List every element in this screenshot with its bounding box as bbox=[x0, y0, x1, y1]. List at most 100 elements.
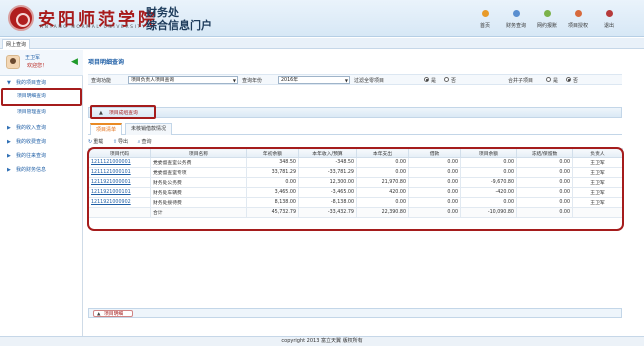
cell: 22,390.80 bbox=[356, 207, 409, 218]
project-code-link[interactable]: 1211921000001 bbox=[88, 177, 151, 188]
cell: 0.00 bbox=[516, 187, 573, 198]
cell bbox=[572, 207, 623, 218]
zero-filter-no-radio[interactable] bbox=[444, 77, 449, 82]
tab-project-list[interactable]: 项目清单 bbox=[90, 123, 123, 135]
sidebar-item-fees[interactable]: ▶ 我的收费查询 bbox=[5, 136, 83, 148]
school-name-en: ANYANG NORMAL UNIVERSITY bbox=[40, 25, 147, 30]
zero-filter-label: 过滤全零项目 bbox=[354, 78, 385, 84]
nav-project-auth[interactable]: 项目授权 bbox=[563, 8, 593, 29]
cell: -10,090.80 bbox=[460, 207, 517, 218]
project-auth-icon bbox=[574, 10, 582, 17]
nav-online-reimburse[interactable]: 网约报账 bbox=[532, 8, 562, 29]
filter-bar: 查询功能 项目负责人项目查询 ▼ 查询年份 2016年 ▼ 过滤全零项目 是 否 合… bbox=[88, 74, 622, 85]
col-balance[interactable]: 项目余额 bbox=[460, 148, 517, 158]
col-code[interactable]: 项目代码 bbox=[88, 148, 151, 158]
cell: 0.00 bbox=[408, 197, 461, 208]
sidebar-item-project-manage[interactable]: 项目管理查询 bbox=[5, 107, 83, 119]
cell: 王卫军 bbox=[572, 167, 623, 178]
project-code-link[interactable]: 1211121000101 bbox=[88, 167, 151, 178]
table-row: 1211921000001 财务处公务费 0.00 12,300.00 21,9… bbox=[88, 177, 623, 188]
cell: 0.00 bbox=[516, 167, 573, 178]
sidebar-item-income[interactable]: ▶ 我的收入查询 bbox=[5, 122, 83, 134]
reload-button[interactable]: ↻重载 bbox=[88, 139, 107, 145]
welcome-text: 欢迎您！ bbox=[27, 63, 48, 69]
nav-finance-query[interactable]: 财务查询 bbox=[501, 8, 531, 29]
project-detail-toggle[interactable]: ▲ 项目明细 bbox=[93, 310, 133, 317]
tab-unsettled-loans[interactable]: 未核销借款情况 bbox=[125, 123, 173, 135]
cell: 0.00 bbox=[516, 197, 573, 208]
cell: 21,970.80 bbox=[356, 177, 409, 188]
project-code-link[interactable]: 1211921000101 bbox=[88, 187, 151, 198]
nav-logout[interactable]: 退出 bbox=[594, 8, 624, 29]
collapse-sidebar-icon[interactable]: ◀ bbox=[71, 58, 78, 67]
col-owner[interactable]: 负责人 bbox=[572, 148, 623, 158]
cell: 3,465.00 bbox=[246, 187, 299, 198]
col-frozen[interactable]: 冻结/保留数 bbox=[516, 148, 573, 158]
cell: 0.00 bbox=[408, 207, 461, 218]
sidebar-item-finance-info[interactable]: ▶ 我的财务信息 bbox=[5, 164, 83, 176]
cell: 0.00 bbox=[516, 207, 573, 218]
cell: -33,781.29 bbox=[298, 167, 357, 178]
zero-filter-no-label: 否 bbox=[451, 78, 457, 84]
zero-filter-yes-label: 是 bbox=[431, 78, 437, 84]
portal-title-line2: 综合信息门户 bbox=[146, 19, 212, 32]
cell: 党委督查室公务费 bbox=[150, 157, 247, 168]
cell: 王卫军 bbox=[572, 187, 623, 198]
sidebar-item-current-accounts[interactable]: ▶ 我的往来查询 bbox=[5, 150, 83, 162]
cell: 0.00 bbox=[408, 167, 461, 178]
cell: -9,670.80 bbox=[460, 177, 517, 188]
year-select[interactable]: 2016年 ▼ bbox=[278, 76, 350, 84]
cell: 财务处公务费 bbox=[150, 177, 247, 188]
cell: -348.50 bbox=[298, 157, 357, 168]
highlight-box-group-query bbox=[90, 105, 156, 119]
table-total-row: 合计 45,732.79 -33,432.79 22,390.80 0.00 -… bbox=[88, 207, 623, 218]
user-name: 王卫军 bbox=[25, 55, 41, 61]
user-panel: 王卫军 欢迎您！ ◀ bbox=[0, 50, 83, 76]
func-label: 查询功能 bbox=[91, 78, 112, 84]
cell: 王卫军 bbox=[572, 197, 623, 208]
func-select[interactable]: 项目负责人项目查询 ▼ bbox=[128, 76, 238, 84]
grid-toolbar: ↻重载 ⇪导出 ⌕查询 bbox=[88, 138, 159, 147]
cell: 12,300.00 bbox=[298, 177, 357, 188]
col-opening[interactable]: 年初余额 bbox=[246, 148, 299, 158]
col-income[interactable]: 本年收入/预算 bbox=[298, 148, 357, 158]
merge-no-label: 否 bbox=[573, 78, 579, 84]
footer: copyright 2013 富立天翼 版权所有 bbox=[0, 336, 644, 346]
col-loan[interactable]: 借款 bbox=[408, 148, 461, 158]
cell: 0.00 bbox=[516, 177, 573, 188]
header: 安阳师范学院 ANYANG NORMAL UNIVERSITY 财务处 综合信息… bbox=[0, 0, 644, 37]
table-row: 1211921000902 财务处接待费 8,138.00 -8,138.00 … bbox=[88, 197, 623, 208]
main-panel: 项目明细查询 查询功能 项目负责人项目查询 ▼ 查询年份 2016年 ▼ 过滤全零项… bbox=[84, 50, 628, 336]
nav-home[interactable]: 首页 bbox=[470, 8, 500, 29]
cell: 0.00 bbox=[460, 157, 517, 168]
cell: 0.00 bbox=[408, 157, 461, 168]
avatar bbox=[6, 55, 20, 69]
merge-no-radio[interactable] bbox=[566, 77, 571, 82]
cell: 0.00 bbox=[246, 177, 299, 188]
project-code-link[interactable]: 1211921000902 bbox=[88, 197, 151, 208]
tab-online-query[interactable]: 网上查询 bbox=[2, 39, 31, 49]
top-nav: 首页 财务查询 网约报账 项目授权 退出 bbox=[470, 8, 640, 34]
cell bbox=[88, 207, 151, 218]
page-title: 项目明细查询 bbox=[88, 59, 125, 66]
chevron-down-icon: ▼ bbox=[344, 78, 348, 83]
zero-filter-yes-radio[interactable] bbox=[424, 77, 429, 82]
cell: 0.00 bbox=[408, 177, 461, 188]
col-name[interactable]: 项目名称 bbox=[150, 148, 247, 158]
cell: 财务处车辆费 bbox=[150, 187, 247, 198]
query-button[interactable]: ⌕查询 bbox=[138, 139, 156, 145]
col-expense[interactable]: 本年支出 bbox=[356, 148, 409, 158]
highlight-box-sidebar bbox=[1, 88, 82, 106]
cell: 348.50 bbox=[246, 157, 299, 168]
cell: 0.00 bbox=[460, 197, 517, 208]
year-label: 查询年份 bbox=[242, 78, 263, 84]
finance-query-icon bbox=[512, 10, 520, 17]
sidebar: 王卫军 欢迎您！ ◀ ▼ 我的项目查询 项目明细查询 项目管理查询 ▶ 我的收入查询… bbox=[0, 50, 83, 336]
cell: 0.00 bbox=[356, 157, 409, 168]
table-row: 1211121000101 党委督查室专项 33,781.29 -33,781.… bbox=[88, 167, 623, 178]
chevron-down-icon: ▼ bbox=[232, 78, 236, 83]
project-code-link[interactable]: 1211121000001 bbox=[88, 157, 151, 168]
cell: 党委督查室专项 bbox=[150, 167, 247, 178]
export-button[interactable]: ⇪导出 bbox=[113, 139, 132, 145]
merge-yes-radio[interactable] bbox=[546, 77, 551, 82]
